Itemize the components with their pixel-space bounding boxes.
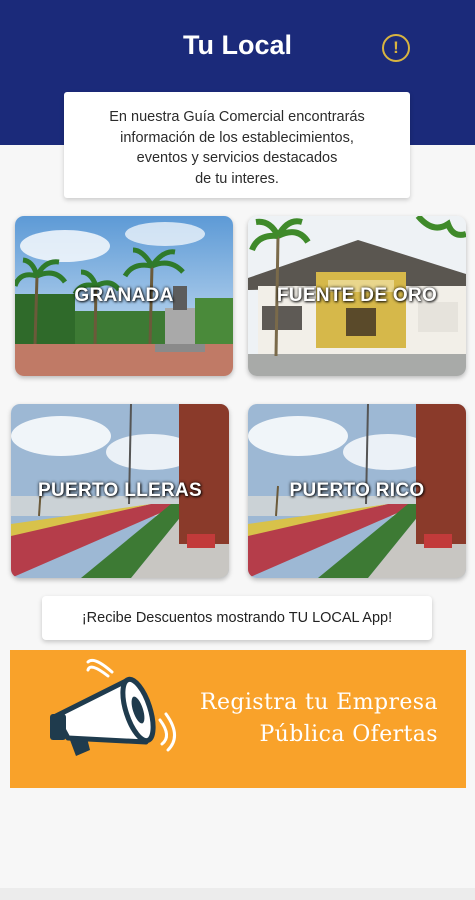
megaphone-icon (50, 658, 176, 756)
intro-card: En nuestra Guía Comercial encontrarás in… (64, 92, 410, 198)
exclamation-circle-icon[interactable]: ! (382, 34, 410, 62)
city-card-fuente-de-oro[interactable]: FUENTE DE ORO (248, 216, 466, 376)
register-line-2: Pública Ofertas (259, 722, 438, 747)
register-line-1: Registra tu Empresa (199, 690, 438, 715)
city-label: GRANADA (74, 285, 174, 306)
city-card-granada[interactable]: GRANADA (15, 216, 233, 376)
city-label: PUERTO LLERAS (37, 480, 202, 501)
city-label: PUERTO RICO (289, 480, 425, 501)
bottom-bar (0, 888, 475, 900)
intro-line: de tu interes. (195, 170, 279, 187)
city-label: FUENTE DE ORO (276, 285, 438, 306)
city-card-puerto-lleras[interactable]: PUERTO LLERAS (11, 404, 229, 578)
intro-line: información de los establecimientos, (120, 129, 354, 146)
intro-line: En nuestra Guía Comercial encontrarás (109, 109, 365, 125)
register-business-banner[interactable]: Registra tu Empresa Pública Ofertas (10, 650, 466, 788)
discount-promo-button[interactable]: ¡Recibe Descuentos mostrando TU LOCAL Ap… (42, 596, 432, 640)
city-card-puerto-rico[interactable]: PUERTO RICO (248, 404, 466, 578)
intro-text: En nuestra Guía Comercial encontrarás in… (74, 107, 400, 189)
intro-line: eventos y servicios destacados (136, 150, 338, 166)
